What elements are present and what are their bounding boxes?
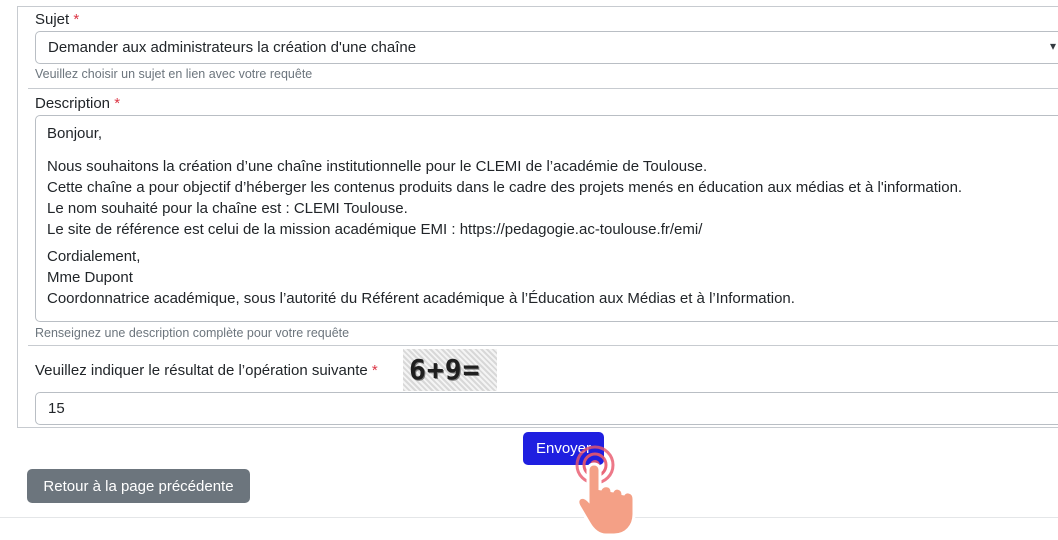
- chevron-down-icon: ▾: [1049, 39, 1056, 53]
- captcha-label: Veuillez indiquer le résultat de l’opéra…: [35, 362, 378, 379]
- divider: [28, 345, 1058, 346]
- required-mark: *: [371, 362, 378, 379]
- divider: [28, 88, 1058, 89]
- captcha-answer-value: 15: [48, 400, 65, 417]
- description-textarea[interactable]: Bonjour, Nous souhaitons la création d’u…: [35, 115, 1058, 322]
- divider: [0, 517, 1058, 518]
- subject-select-value: Demander aux administrateurs la création…: [48, 39, 417, 56]
- description-help: Renseignez une description complète pour…: [35, 326, 350, 340]
- text-line: Nous souhaitons la création d’une chaîne…: [47, 158, 708, 175]
- subject-help: Veuillez choisir un sujet en lien avec v…: [35, 67, 313, 81]
- required-mark: *: [114, 95, 121, 112]
- text-line: Cordialement,: [47, 248, 141, 265]
- subject-label: Sujet *: [35, 11, 80, 28]
- subject-select[interactable]: Demander aux administrateurs la création…: [35, 31, 1058, 64]
- text-line: Le site de référence est celui de la mis…: [47, 221, 703, 238]
- captcha-image: 6+9=: [403, 349, 497, 391]
- description-label: Description *: [35, 95, 121, 112]
- captcha-answer-input[interactable]: 15: [35, 392, 1058, 425]
- text-line: Le nom souhaité pour la chaîne est : CLE…: [47, 200, 408, 217]
- text-line: Mme Dupont: [47, 269, 133, 286]
- required-mark: *: [73, 11, 80, 28]
- back-button[interactable]: Retour à la page précédente: [27, 469, 250, 503]
- text-line: Coordonnatrice académique, sous l’autori…: [47, 290, 795, 307]
- text-line: Cette chaîne a pour objectif d’héberger …: [47, 179, 963, 196]
- text-line: Bonjour,: [47, 125, 103, 142]
- hand-cursor-icon: [575, 445, 636, 537]
